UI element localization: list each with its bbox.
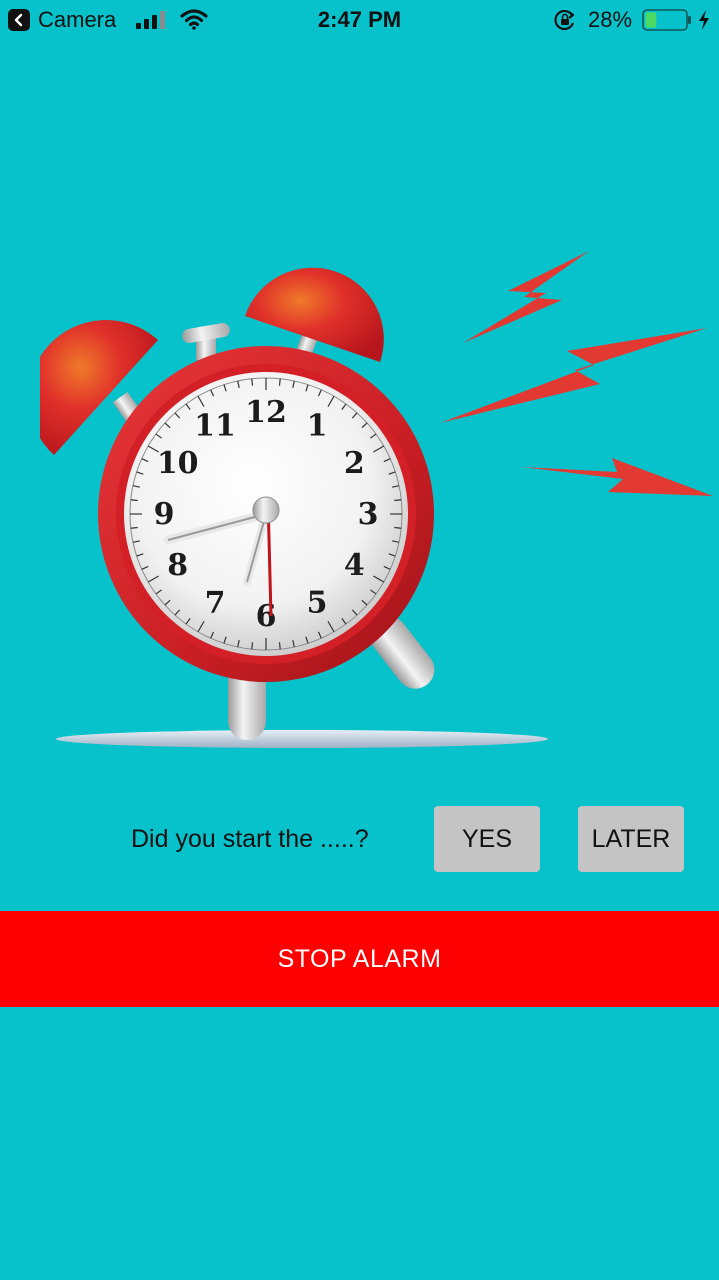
alarm-screen: Camera 2:47 PM 28% 12 1 2 3 4 5 6 7 8 9 … xyxy=(0,0,719,1280)
clock-number: 4 xyxy=(344,548,365,583)
clock-number: 11 xyxy=(194,409,236,444)
charging-bolt-icon xyxy=(699,10,709,30)
floor-shadow xyxy=(56,730,548,748)
battery-percent: 28% xyxy=(588,7,633,32)
alarm-clock-icon: 12 12 3 45678 9 1011 xyxy=(40,251,713,748)
later-button[interactable]: LATER xyxy=(578,806,684,872)
start-question-text: Did you start the .....? xyxy=(131,825,369,853)
lightning-bolt-icon xyxy=(440,251,713,496)
clock-number: 12 xyxy=(245,395,287,430)
clock-number: 9 xyxy=(154,497,175,532)
clock-number: 3 xyxy=(358,497,379,532)
status-bar: Camera 2:47 PM 28% xyxy=(0,0,719,40)
clock-number: 1 xyxy=(307,409,328,444)
clock-number: 2 xyxy=(344,446,365,481)
yes-button[interactable]: YES xyxy=(434,806,540,872)
clock-number: 7 xyxy=(205,585,226,620)
rotation-lock-icon xyxy=(554,9,575,31)
clock-number: 5 xyxy=(307,585,328,620)
clock-number: 6 xyxy=(256,599,277,634)
stop-alarm-button[interactable]: STOP ALARM xyxy=(0,911,719,1007)
clock-number: 10 xyxy=(157,446,199,481)
clock-number: 8 xyxy=(167,548,188,583)
battery-icon xyxy=(642,9,691,31)
